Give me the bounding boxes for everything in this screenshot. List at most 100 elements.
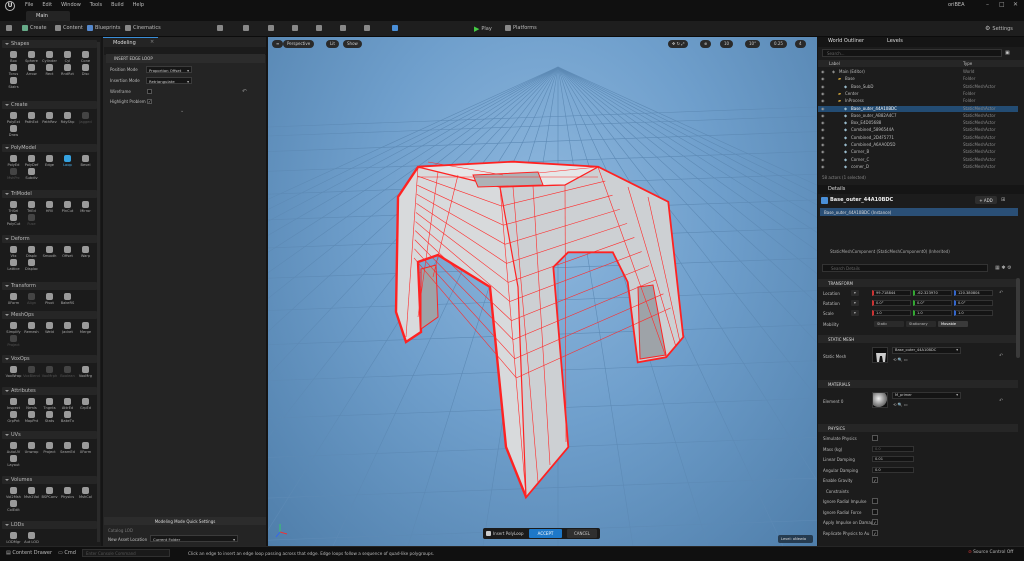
- grid-snap-button[interactable]: 10: [720, 40, 734, 48]
- content-button[interactable]: Content: [55, 25, 83, 31]
- materials-section-header[interactable]: MATERIALS: [818, 380, 1018, 388]
- static-mesh-thumbnail[interactable]: [872, 347, 888, 363]
- world-local-toggle[interactable]: ⊕: [700, 40, 712, 48]
- modeling-mode-button[interactable]: [392, 25, 398, 31]
- foliage-mode-button[interactable]: [268, 25, 274, 31]
- rotation-z-field[interactable]: 0.0°: [954, 300, 993, 306]
- rotation-mode-select[interactable]: ▾: [851, 300, 859, 306]
- tool-coledit[interactable]: ColEdit: [5, 500, 22, 512]
- reset-material-icon[interactable]: ↶: [999, 398, 1003, 404]
- outliner-row[interactable]: ◉ ◆ Box_E4D05688 StaticMeshActor: [818, 120, 1018, 126]
- visibility-eye-icon[interactable]: ◉: [821, 120, 825, 126]
- visibility-eye-icon[interactable]: ◉: [821, 149, 825, 155]
- mobility-stationary-button[interactable]: Stationary: [906, 321, 936, 327]
- tool-project[interactable]: Project: [41, 442, 58, 454]
- asset-browse-icons[interactable]: ⟲ 🔍 ▭: [893, 357, 908, 362]
- view-options-icon[interactable]: ▦ ✱ ⚙: [995, 265, 1012, 271]
- tool-cyl[interactable]: Cyl: [59, 51, 76, 63]
- location-z-field[interactable]: 120.380804: [954, 290, 993, 296]
- scale-mode-select[interactable]: ▾: [851, 310, 859, 316]
- lit-button[interactable]: Lit: [326, 40, 339, 48]
- section-shapes[interactable]: Shapes: [2, 40, 97, 48]
- mobility-movable-button[interactable]: Movable: [938, 321, 968, 327]
- section-meshops[interactable]: MeshOps: [2, 311, 97, 319]
- physics-value-field[interactable]: 0.0: [872, 445, 914, 452]
- tool-inspect[interactable]: Inspect: [5, 398, 22, 410]
- tool-edge[interactable]: Edge: [41, 155, 58, 167]
- static-mesh-section-header[interactable]: STATIC MESH: [818, 335, 1018, 343]
- tool-draw[interactable]: Draw: [5, 125, 22, 137]
- wireframe-checkbox[interactable]: [147, 89, 152, 94]
- show-button[interactable]: Show: [343, 40, 362, 48]
- tool-bspconv[interactable]: BSPConv: [41, 487, 58, 499]
- physics-checkbox[interactable]: [872, 498, 878, 504]
- outliner-row[interactable]: ◉ ◆ Combined_5896544A StaticMeshActor: [818, 127, 1018, 133]
- tool-fuse[interactable]: Fuse: [23, 214, 40, 226]
- tool-attred[interactable]: AttrEd: [59, 398, 76, 410]
- cmd-button[interactable]: ▭ Cmd: [58, 550, 76, 556]
- tab-world-outliner[interactable]: World Outliner: [828, 38, 864, 44]
- tool-bevel[interactable]: Bevel: [77, 155, 94, 167]
- animation-button[interactable]: [364, 25, 370, 31]
- tool-seamed[interactable]: SeamEd: [59, 442, 76, 454]
- tool-tngnts[interactable]: Tngnts: [41, 398, 58, 410]
- landscape-mode-button[interactable]: [243, 25, 249, 31]
- tool-polyext[interactable]: PolyExt: [5, 112, 22, 124]
- transform-tools-group[interactable]: ✥ ↻ ⤢: [668, 40, 689, 48]
- tool-mappnt[interactable]: MapPnt: [23, 411, 40, 423]
- section-volumes[interactable]: Volumes: [2, 476, 97, 484]
- reset-mesh-icon[interactable]: ↶: [999, 353, 1003, 359]
- tool-xform[interactable]: XForm: [77, 442, 94, 454]
- select-mode-button[interactable]: [217, 25, 223, 31]
- tool-polycut[interactable]: PolyCut: [5, 214, 22, 226]
- menu-file[interactable]: File: [25, 2, 33, 8]
- tool-voxblend[interactable]: VoxBlend: [23, 366, 40, 378]
- material-select[interactable]: M_primer ▾: [892, 392, 961, 399]
- new-asset-location-select[interactable]: Current Folder ▾: [150, 535, 238, 542]
- close-tab-icon[interactable]: ×: [150, 39, 154, 45]
- tools-scrollbar[interactable]: [97, 42, 100, 542]
- scale-y-field[interactable]: 1.0: [913, 310, 952, 316]
- outliner-row[interactable]: ◉ ▰ InProcess Folder: [818, 98, 1018, 104]
- outliner-row[interactable]: ◉ ◆ Combined_A6AA0D5D StaticMeshActor: [818, 142, 1018, 148]
- tool-loop[interactable]: Loop: [59, 155, 76, 167]
- menu-help[interactable]: Help: [133, 2, 144, 8]
- tool-pathext[interactable]: PathExt: [23, 112, 40, 124]
- location-x-field[interactable]: 99.718844: [872, 290, 911, 296]
- section-polymodel[interactable]: PolyModel: [2, 144, 97, 152]
- tool-layout[interactable]: Layout: [5, 455, 22, 467]
- selected-actor-name[interactable]: Base_outer_44A10BDC: [830, 197, 893, 203]
- maximize-icon[interactable]: □: [999, 1, 1005, 8]
- tool-mirror[interactable]: Mirror: [77, 201, 94, 213]
- tool-bakers[interactable]: BakeRS: [59, 293, 76, 305]
- outliner-row[interactable]: ◉ ◆ corner_D StaticMeshActor: [818, 164, 1018, 170]
- section-uvs[interactable]: UVs: [2, 431, 97, 439]
- physics-row-label[interactable]: Constraints: [826, 489, 849, 494]
- tool-unwrap[interactable]: Unwrap: [23, 442, 40, 454]
- static-mesh-select[interactable]: Base_outer_44A10BDC ▾: [892, 347, 961, 354]
- tool-merge[interactable]: Merge: [77, 322, 94, 334]
- scale-z-field[interactable]: 1.0: [954, 310, 993, 316]
- outliner-row[interactable]: ◉ ◆ Base_outer_44A10BDC StaticMeshActor: [818, 105, 1018, 112]
- position-mode-select[interactable]: Proportion Offset ▾: [146, 66, 192, 73]
- physics-section-header[interactable]: PHYSICS: [818, 424, 1018, 432]
- tool-displac[interactable]: Displac: [23, 259, 40, 271]
- insert-edge-loop-section[interactable]: INSERT EDGE LOOP: [106, 54, 265, 63]
- tool-grppnt[interactable]: GrpPnt: [5, 411, 22, 423]
- tool-offset[interactable]: Offset: [59, 246, 76, 258]
- tool-rdyshp[interactable]: RdyShp: [59, 112, 76, 124]
- details-search-input[interactable]: Search Details: [822, 264, 988, 272]
- tool-displc[interactable]: Displc: [23, 246, 40, 258]
- perspective-button[interactable]: Perspective: [283, 40, 315, 48]
- tool-arrow[interactable]: Arrow: [23, 64, 40, 76]
- outliner-search-input[interactable]: Search...: [822, 49, 1002, 57]
- tool-weld[interactable]: Weld: [41, 322, 58, 334]
- tool-plncut[interactable]: PlnCut: [59, 201, 76, 213]
- section-deform[interactable]: Deform: [2, 235, 97, 243]
- tab-details[interactable]: Details: [828, 186, 845, 192]
- physics-checkbox[interactable]: ✓: [872, 519, 878, 525]
- tool-align[interactable]: Align: [23, 293, 40, 305]
- label-column-header[interactable]: Label: [829, 61, 840, 66]
- source-control-button[interactable]: ⊘ Source Control Off: [968, 550, 1013, 555]
- rotation-snap-button[interactable]: 10°: [745, 40, 761, 48]
